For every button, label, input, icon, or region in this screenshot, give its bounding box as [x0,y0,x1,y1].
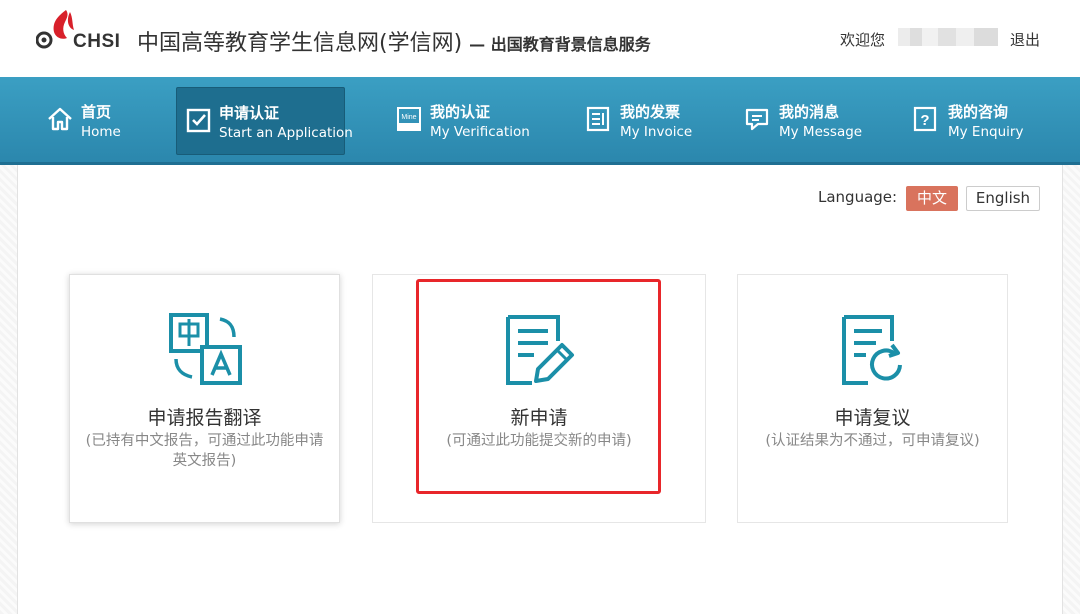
language-label: Language: [818,188,898,206]
edit-document-icon [506,315,574,385]
language-english-button[interactable]: English [966,186,1040,211]
masked-username [898,28,998,46]
site-title: 中国高等教育学生信息网(学信网) — 出国教育背景信息服务 [137,25,651,57]
left-margin-pattern [0,165,17,614]
message-icon [745,108,769,131]
site-subtitle: — 出国教育背景信息服务 [469,35,651,54]
nav-label-zh: 我的消息 [779,103,840,121]
enquiry-icon: ? [913,106,937,132]
mine-icon: Mine [397,107,421,131]
card-report-translation[interactable]: 申请报告翻译 (已持有中文报告，可通过此功能申请英文报告) [69,274,340,523]
svg-text:?: ? [920,112,929,129]
translate-icon [169,313,242,385]
nav-item-my-verification[interactable]: Mine 我的认证 My Verification [396,87,536,155]
logo-text: CHSI [73,31,121,52]
checkbox-icon [186,108,211,133]
review-document-icon [842,315,902,385]
card-title: 申请复议 [834,407,911,429]
nav-item-home[interactable]: 首页 Home [44,87,154,155]
logout-link[interactable]: 退出 [1010,29,1040,50]
nav-label-zh: 我的咨询 [948,103,1009,121]
nav-label-en: Home [81,124,121,140]
nav-item-my-invoice[interactable]: 我的发票 My Invoice [585,87,705,155]
right-margin-pattern [1063,165,1080,614]
card-description: (可通过此功能提交新的申请) [446,433,632,449]
card-new-application[interactable]: 新申请 (可通过此功能提交新的申请) [372,274,706,523]
welcome-text: 欢迎您 [840,31,886,49]
invoice-icon [586,106,610,132]
card-description: (已持有中文报告，可通过此功能申请英文报告) [85,433,324,469]
nav-item-my-message[interactable]: 我的消息 My Message [744,87,874,155]
main-nav: 首页 Home 申请认证 Start an Application Mine 我… [0,77,1080,165]
svg-text:Mine: Mine [401,114,416,121]
nav-label-en: My Verification [430,124,530,140]
nav-label-zh: 我的认证 [430,103,491,121]
card-title: 新申请 [510,407,568,429]
nav-label-zh: 申请认证 [219,104,280,122]
card-description: (认证结果为不通过，可申请复议) [765,433,980,449]
card-title: 申请报告翻译 [147,407,262,429]
nav-label-zh: 我的发票 [620,103,681,121]
nav-item-my-enquiry[interactable]: ? 我的咨询 My Enquiry [912,87,1032,155]
language-chinese-button[interactable]: 中文 [906,186,958,211]
nav-label-en: My Enquiry [948,124,1024,140]
nav-label-zh: 首页 [81,103,112,121]
nav-label-en: My Invoice [620,124,693,140]
card-reconsideration[interactable]: 申请复议 (认证结果为不通过，可申请复议) [737,274,1008,523]
nav-item-start-application[interactable]: 申请认证 Start an Application [176,87,353,155]
page-header: CHSI 中国高等教育学生信息网(学信网) — 出国教育背景信息服务 欢迎您 退… [0,0,1080,77]
site-title-main: 中国高等教育学生信息网(学信网) [137,31,463,56]
nav-label-en: Start an Application [219,125,353,141]
home-icon [48,107,72,131]
nav-label-en: My Message [779,124,863,140]
